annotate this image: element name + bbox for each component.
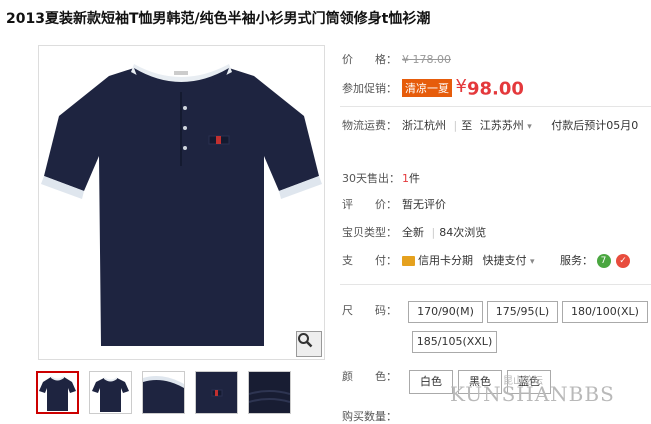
- quantity-label: 购买数量：: [342, 410, 397, 423]
- original-price: ¥ 178.00: [402, 53, 451, 66]
- thumbnail-2[interactable]: [89, 371, 132, 414]
- sales-label: 30天售出：: [342, 172, 400, 185]
- thumbnail-1[interactable]: [36, 371, 79, 414]
- shipping-to: 至: [461, 119, 473, 132]
- credit-installment[interactable]: 信用卡分期: [418, 254, 473, 267]
- price-row: 价 格： ¥ 178.00: [342, 51, 451, 67]
- price-label: 价 格：: [342, 53, 397, 66]
- sales-unit: 件: [409, 172, 420, 185]
- credit-card-icon: [402, 256, 415, 266]
- zoom-button[interactable]: [296, 331, 322, 357]
- color-label-row: 颜 色：: [342, 368, 402, 384]
- divider: [340, 106, 651, 107]
- thumbnail-4[interactable]: [195, 371, 238, 414]
- chevron-down-icon[interactable]: ▾: [530, 257, 535, 267]
- item-type-row: 宝贝类型： 全新 | 84次浏览: [342, 226, 487, 239]
- size-option-m[interactable]: 170/90(M): [408, 301, 483, 323]
- shipping-from: 浙江杭州: [402, 119, 446, 132]
- review-value[interactable]: 暂无评价: [402, 198, 446, 211]
- shipping-row: 物流运费： 浙江杭州 | 至 江苏苏州 ▾ 付款后预计05月0: [342, 119, 639, 132]
- promo-tag[interactable]: 清凉一夏: [402, 79, 452, 97]
- size-label-row: 尺 码：: [342, 302, 402, 318]
- watermark-logo: KUNSHANBBS: [450, 382, 615, 406]
- chevron-down-icon[interactable]: ▾: [527, 122, 532, 132]
- promo-row: 参加促销： 清凉一夏 ¥98.00: [342, 76, 524, 100]
- promo-label: 参加促销：: [342, 82, 397, 95]
- size-option-xl[interactable]: 180/100(XL): [562, 301, 648, 323]
- thumbnail-5[interactable]: [248, 371, 291, 414]
- payment-label: 支 付：: [342, 254, 397, 267]
- item-type-value: 全新: [402, 226, 424, 239]
- main-product-image[interactable]: [38, 45, 325, 360]
- color-option-white[interactable]: 白色: [409, 370, 453, 394]
- guarantee-icon[interactable]: ✓: [616, 254, 631, 268]
- size-option-xxl[interactable]: 185/105(XXL): [412, 331, 497, 353]
- payment-row: 支 付： 信用卡分期 快捷支付 ▾ 服务： 7 ✓: [342, 252, 631, 268]
- thumbnail-strip: [36, 371, 291, 414]
- review-row: 评 价： 暂无评价: [342, 196, 446, 212]
- sales-count: 1: [402, 172, 409, 185]
- shirt-illustration: [41, 64, 322, 346]
- quick-pay[interactable]: 快捷支付: [483, 254, 527, 267]
- shipping-label: 物流运费：: [342, 119, 397, 132]
- thumbnail-3[interactable]: [142, 371, 185, 414]
- quantity-row: 购买数量：: [342, 408, 402, 424]
- item-type-label: 宝贝类型：: [342, 226, 397, 239]
- promo-price: 98.00: [466, 78, 524, 100]
- service-label: 服务：: [560, 254, 594, 267]
- size-label: 尺 码：: [342, 304, 397, 317]
- seven-day-return-icon[interactable]: 7: [596, 254, 611, 268]
- view-count: 84次浏览: [439, 226, 487, 239]
- review-label: 评 价：: [342, 198, 397, 211]
- size-option-l[interactable]: 175/95(L): [487, 301, 558, 323]
- divider: [340, 284, 651, 285]
- color-label: 颜 色：: [342, 370, 397, 383]
- product-title: 2013夏装新款短袖T恤男韩范/纯色半袖小衫男式门筒领修身t恤衫潮: [6, 11, 431, 27]
- sales-row: 30天售出： 1件: [342, 170, 420, 186]
- shipping-dest[interactable]: 江苏苏州: [480, 119, 524, 132]
- promo-currency: ¥: [455, 76, 467, 97]
- shipping-note: 付款后预计05月0: [551, 119, 639, 132]
